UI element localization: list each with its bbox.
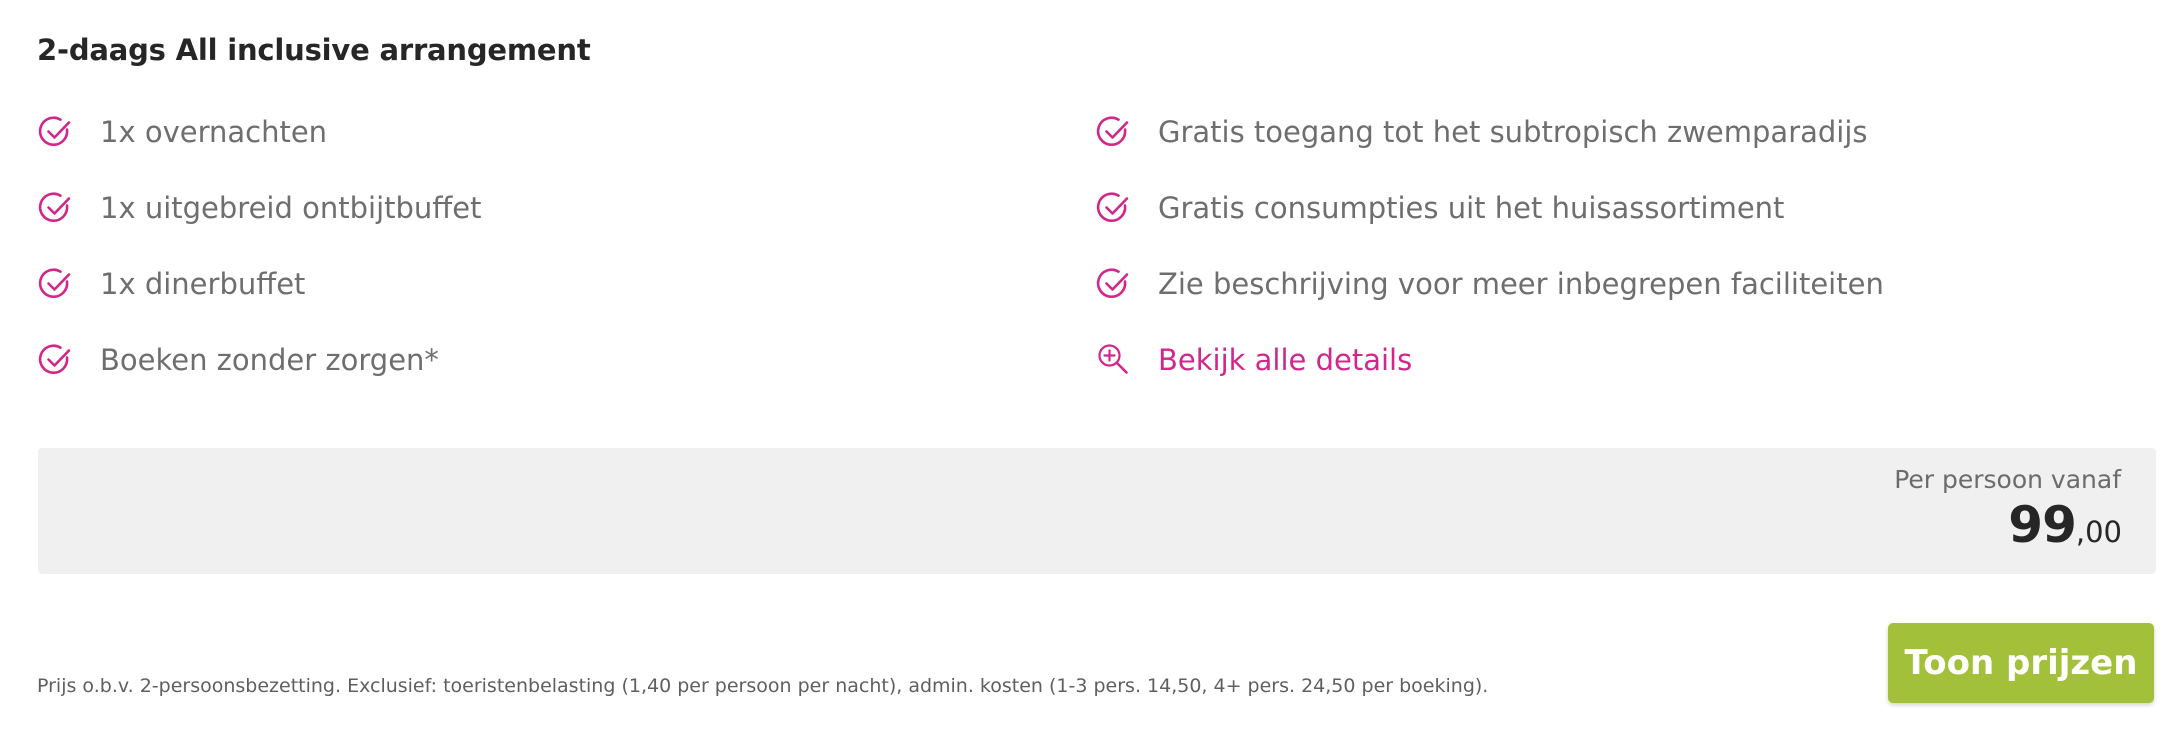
price-cents: ,00 <box>2075 515 2122 549</box>
details-link-label[interactable]: Bekijk alle details <box>1158 343 1412 377</box>
price-footnote: Prijs o.b.v. 2-persoonsbezetting. Exclus… <box>37 675 1489 697</box>
price-caption: Per persoon vanaf <box>1894 465 2121 494</box>
feature-label: 1x overnachten <box>100 115 328 149</box>
price-amount: 99 <box>2008 496 2077 554</box>
zoom-in-icon[interactable] <box>1094 340 1134 380</box>
price-box: Per persoon vanaf 99,00 <box>38 448 2156 574</box>
check-circle-icon <box>36 264 76 304</box>
feature-label: 1x uitgebreid ontbijtbuffet <box>100 191 482 225</box>
check-circle-icon <box>36 340 76 380</box>
check-circle-icon <box>1094 112 1134 152</box>
check-circle-icon <box>1094 264 1134 304</box>
check-circle-icon <box>1094 188 1134 228</box>
check-circle-icon <box>36 188 76 228</box>
feature-list: 1x overnachten 1x uitgebreid ontbijtbuff… <box>0 0 2174 400</box>
show-prices-button[interactable]: Toon prijzen <box>1888 623 2154 703</box>
check-circle-icon <box>36 112 76 152</box>
feature-label: Gratis consumpties uit het huisassortime… <box>1158 191 1785 225</box>
price-value: 99,00 <box>2008 500 2122 550</box>
feature-label: Zie beschrijving voor meer inbegrepen fa… <box>1158 267 1884 301</box>
feature-label: 1x dinerbuffet <box>100 267 306 301</box>
feature-label: Gratis toegang tot het subtropisch zwemp… <box>1158 115 1868 149</box>
feature-label: Boeken zonder zorgen* <box>100 343 439 377</box>
